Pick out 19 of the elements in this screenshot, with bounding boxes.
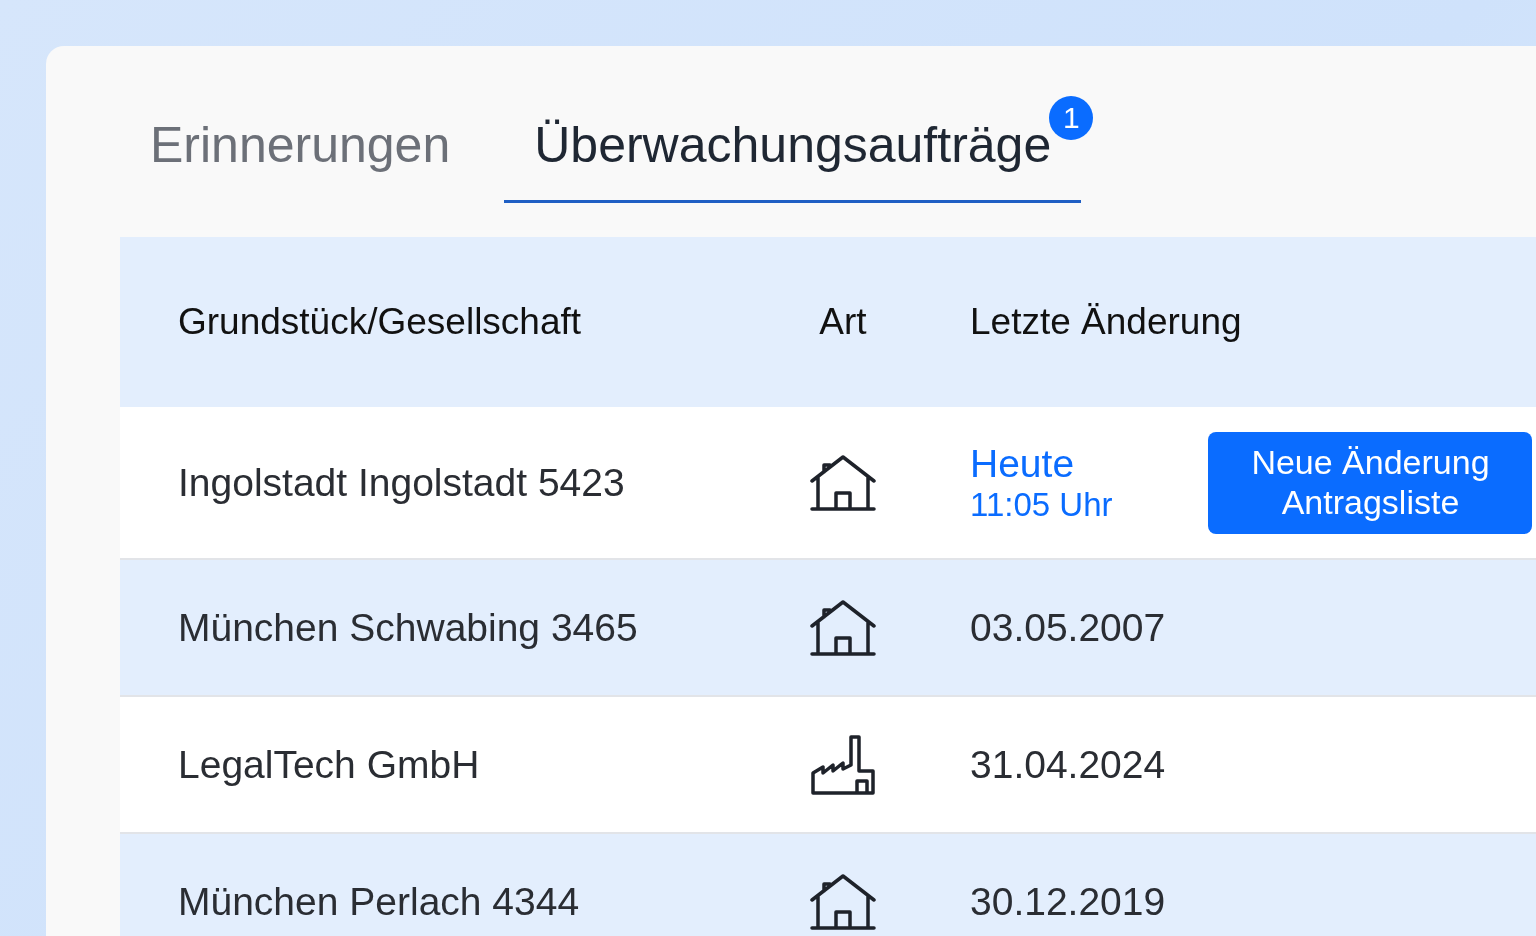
table-cell-text: Ingolstadt Ingolstadt 5423 <box>178 460 626 505</box>
date-text: Heute <box>970 441 1076 486</box>
factory-icon <box>811 734 875 795</box>
house-icon <box>810 599 876 656</box>
table-cell-text: LegalTech GmbH <box>178 742 481 787</box>
column-header: Letzte Änderung <box>970 301 1242 343</box>
table-cell: 30.12.2019 <box>970 879 1166 924</box>
table-cell: 03.05.2007 <box>970 605 1166 650</box>
column-header: Grundstück/Gesellschaft <box>178 301 583 343</box>
table-cell-text: München Perlach 4344 <box>178 879 581 924</box>
house-icon <box>810 454 876 511</box>
new-change-button[interactable]: Neue Änderung Antragsliste <box>1208 431 1533 534</box>
table-cell-text: München Schwabing 3465 <box>178 605 639 650</box>
house-icon <box>810 873 876 930</box>
time-text: 11:05 Uhr <box>970 485 1113 524</box>
column-header: Art <box>819 301 867 343</box>
tab[interactable]: Erinnerungen <box>120 104 481 203</box>
count-badge: 1 <box>1049 96 1094 140</box>
table-cell: 31.04.2024 <box>970 742 1166 787</box>
